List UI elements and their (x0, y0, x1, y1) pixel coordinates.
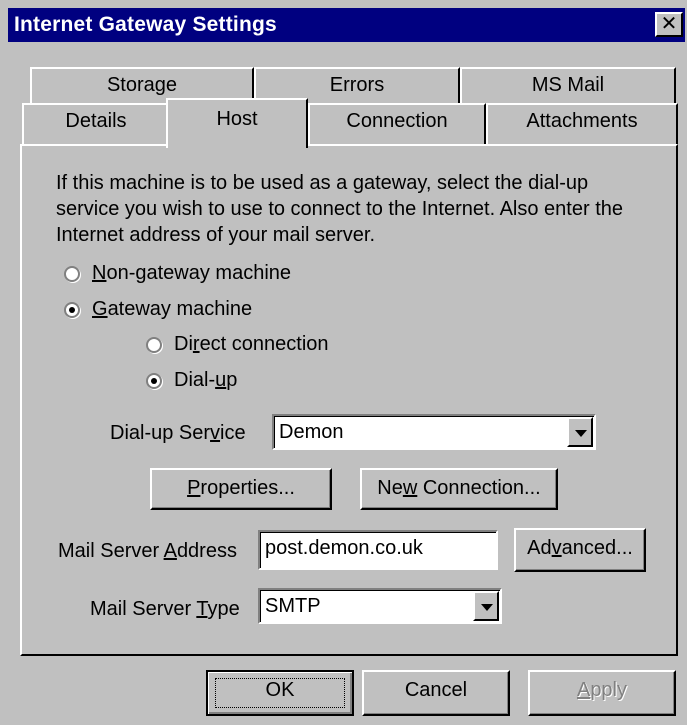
gateway-radio-indicator[interactable] (64, 301, 80, 318)
new-connection-button[interactable]: New Connection... (360, 468, 558, 510)
mail-server-type-value: SMTP (265, 595, 321, 617)
close-icon[interactable]: ✕ (655, 12, 683, 37)
properties-button-label: Properties... (187, 477, 295, 499)
non-gateway-radio-label: Non-gateway machine (92, 262, 292, 284)
direct-connection-radio-label: Direct connection (174, 333, 329, 355)
mail-server-type-chevron-down-icon[interactable] (473, 591, 499, 621)
dial-up-service-chevron-down-icon[interactable] (567, 417, 593, 447)
dial-up-radio-indicator[interactable] (146, 372, 162, 389)
intro-text: If this machine is to be used as a gatew… (56, 172, 623, 246)
tab-connection-label: Connection (346, 110, 448, 132)
advanced-button-label: Advanced... (527, 537, 633, 559)
mail-server-address-input[interactable]: post.demon.co.uk (258, 530, 498, 570)
tab-host[interactable]: Host (166, 98, 308, 148)
dial-up-service-value: Demon (279, 421, 344, 443)
properties-button[interactable]: Properties... (150, 468, 332, 510)
tab-attachments[interactable]: Attachments (486, 103, 678, 145)
mail-server-type-label: Mail Server Type (90, 598, 240, 620)
dial-up-radio[interactable]: Dial-up (146, 369, 237, 392)
host-tab-panel: If this machine is to be used as a gatew… (20, 144, 678, 656)
tab-ms-mail[interactable]: MS Mail (460, 67, 676, 107)
advanced-button[interactable]: Advanced... (514, 528, 646, 572)
mail-server-address-label: Mail Server Address (58, 540, 237, 562)
gateway-radio-label: Gateway machine (92, 298, 253, 320)
ok-button[interactable]: OK (206, 670, 354, 716)
new-connection-button-label: New Connection... (377, 477, 541, 499)
ok-focus-rect (215, 678, 345, 708)
tab-ms-mail-label: MS Mail (531, 74, 605, 96)
tab-details[interactable]: Details (22, 103, 170, 145)
tab-details-label: Details (65, 110, 127, 132)
dial-up-service-select[interactable]: Demon (272, 414, 596, 450)
dial-up-service-label: Dial-up Service (110, 422, 246, 444)
gateway-machine-radio[interactable]: Gateway machine (64, 298, 252, 321)
mail-server-address-value: post.demon.co.uk (265, 537, 423, 559)
tab-errors-label: Errors (329, 74, 385, 96)
cancel-button[interactable]: Cancel (362, 670, 510, 716)
tab-host-label: Host (216, 108, 258, 130)
apply-button[interactable]: Apply (528, 670, 676, 716)
mail-server-type-select[interactable]: SMTP (258, 588, 502, 624)
internet-gateway-settings-dialog: Internet Gateway Settings ✕ Storage Erro… (0, 0, 687, 725)
non-gateway-radio-indicator[interactable] (64, 265, 80, 282)
cancel-button-label: Cancel (404, 679, 468, 701)
tab-connection[interactable]: Connection (308, 103, 486, 145)
dial-up-radio-label: Dial-up (174, 369, 238, 391)
direct-connection-radio-indicator[interactable] (146, 336, 162, 353)
direct-connection-radio[interactable]: Direct connection (146, 333, 329, 356)
apply-button-label: Apply (576, 679, 628, 701)
window-title: Internet Gateway Settings (14, 13, 277, 36)
tab-attachments-label: Attachments (526, 110, 638, 132)
non-gateway-machine-radio[interactable]: Non-gateway machine (64, 262, 291, 285)
title-bar[interactable]: Internet Gateway Settings ✕ (8, 8, 685, 42)
tab-storage-label: Storage (106, 74, 178, 96)
